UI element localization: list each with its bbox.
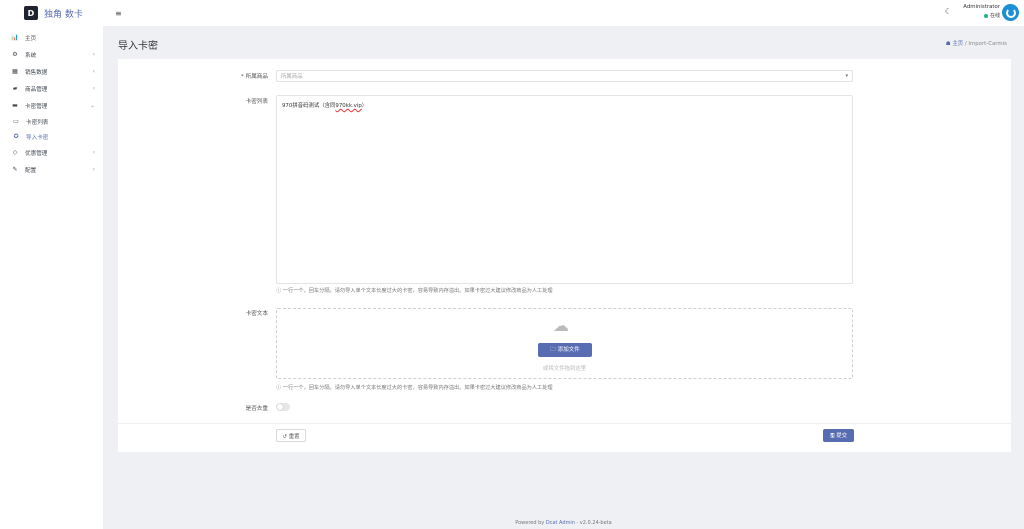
power-icon bbox=[1005, 7, 1016, 18]
sidebar-item-config[interactable]: ✎ 配置 ‹ bbox=[0, 161, 103, 178]
cloud-upload-icon: ☁ bbox=[553, 316, 569, 335]
sidebar-item-carmis-list[interactable]: ▭ 卡密列表 bbox=[0, 114, 103, 129]
sidebar-item-label: 卡密列表 bbox=[26, 119, 49, 126]
user-menu[interactable]: Administrator 在线 bbox=[963, 4, 1000, 19]
carmis-text-end: ） bbox=[361, 103, 368, 109]
brand-title: 独角 数卡 bbox=[44, 9, 83, 20]
chevron-left-icon: ‹ bbox=[92, 85, 95, 92]
dedupe-toggle[interactable] bbox=[276, 403, 290, 411]
breadcrumb-separator: / bbox=[964, 41, 967, 47]
caret-down-icon: ▾ bbox=[845, 73, 848, 79]
sidebar-item-label: 商品管理 bbox=[25, 86, 48, 93]
gear-icon: ⚙ bbox=[12, 51, 18, 58]
carmis-label: 卡密列表 bbox=[245, 99, 268, 105]
submit-button[interactable]: 🖫 提交 bbox=[823, 429, 854, 442]
card-icon: ▬ bbox=[12, 102, 18, 109]
home-icon: ☗ bbox=[945, 41, 951, 47]
sidebar-item-label: 系统 bbox=[25, 52, 37, 59]
goods-label: * 所属商品 bbox=[241, 74, 268, 80]
goods-select[interactable]: 所属商品 ▾ bbox=[276, 70, 853, 82]
brand[interactable]: D 独角 数卡 bbox=[0, 0, 103, 26]
sidebar: D 独角 数卡 📊 主页 ⚙ 系统 ‹ ▦ 销售数据 ‹ ▰ 商品管理 ‹ ▬ 卡密管理 ⌄ ▭ 卡… bbox=[0, 0, 103, 529]
file-label: 卡密文本 bbox=[245, 311, 268, 317]
sidebar-item-carmis[interactable]: ▬ 卡密管理 ⌄ bbox=[0, 97, 103, 114]
topbar: ≡ ☾ Administrator 在线 bbox=[103, 0, 1024, 26]
sidebar-item-label: 配置 bbox=[25, 167, 37, 174]
sidebar-item-label: 优惠管理 bbox=[25, 150, 48, 157]
reset-button[interactable]: ↺ 重置 bbox=[276, 429, 306, 442]
bag-icon: ▰ bbox=[12, 85, 18, 92]
carmis-text-link: 970kk.vip bbox=[335, 103, 362, 109]
goods-select-placeholder: 所属商品 bbox=[281, 74, 303, 80]
carmis-help: ⓘ 一行一个，回车分隔。请勿导入单个文本长度过大的卡密，容易导致内存溢出。如果卡… bbox=[276, 288, 553, 294]
import-form: * 所属商品 所属商品 ▾ 卡密列表 970拼音码测试（含同970kk.vip）… bbox=[118, 59, 1011, 452]
logo-icon: D bbox=[24, 6, 38, 20]
sidebar-menu: 📊 主页 ⚙ 系统 ‹ ▦ 销售数据 ‹ ▰ 商品管理 ‹ ▬ 卡密管理 ⌄ ▭ 卡密列表 ✪ 导入卡… bbox=[0, 26, 103, 178]
breadcrumb-current: Import-Carmis bbox=[968, 41, 1007, 47]
sidebar-item-goods[interactable]: ▰ 商品管理 ‹ bbox=[0, 80, 103, 97]
user-name: Administrator bbox=[963, 4, 1000, 10]
sidebar-item-label: 主页 bbox=[25, 35, 37, 42]
list-icon: ▭ bbox=[13, 118, 19, 125]
table-icon: ▦ bbox=[12, 68, 18, 75]
add-file-button[interactable]: 🗀 添加文件 bbox=[538, 343, 592, 357]
sidebar-item-label: 卡密管理 bbox=[25, 103, 48, 110]
sidebar-item-home[interactable]: 📊 主页 bbox=[0, 29, 103, 46]
sidebar-item-label: 销售数据 bbox=[25, 69, 48, 76]
footer-version: · v2.0.24-beta bbox=[575, 520, 612, 526]
import-icon: ✪ bbox=[13, 133, 19, 140]
page-title: 导入卡密 bbox=[118, 41, 158, 52]
user-status-text: 在线 bbox=[989, 13, 1000, 19]
online-dot-icon bbox=[983, 13, 988, 18]
user-status: 在线 bbox=[963, 12, 1000, 19]
avatar[interactable] bbox=[1002, 4, 1019, 21]
sidebar-item-sales[interactable]: ▦ 销售数据 ‹ bbox=[0, 63, 103, 80]
wrench-icon: ✎ bbox=[12, 166, 18, 173]
toggle-knob bbox=[277, 404, 283, 410]
sidebar-item-system[interactable]: ⚙ 系统 ‹ bbox=[0, 46, 103, 63]
carmis-text: 970拼音码测试（含同 bbox=[282, 103, 336, 109]
sidebar-item-coupons[interactable]: ◇ 优惠管理 ‹ bbox=[0, 144, 103, 161]
chevron-left-icon: ‹ bbox=[92, 68, 95, 75]
drop-hint: 或将文件拖到这里 bbox=[542, 366, 587, 372]
breadcrumb-home[interactable]: 主页 bbox=[952, 41, 963, 47]
chevron-down-icon: ⌄ bbox=[89, 102, 95, 109]
dark-mode-icon[interactable]: ☾ bbox=[945, 7, 952, 16]
diamond-icon: ◇ bbox=[12, 149, 18, 156]
footer-link[interactable]: Dcat Admin bbox=[546, 520, 575, 526]
chevron-left-icon: ‹ bbox=[92, 166, 95, 173]
breadcrumb: ☗ 主页 / Import-Carmis bbox=[946, 39, 1007, 47]
footer-prefix: Powered by bbox=[515, 520, 546, 526]
file-help: ⓘ 一行一个，回车分隔。请勿导入单个文本长度过大的卡密，容易导致内存溢出。如果卡… bbox=[276, 385, 553, 391]
chevron-left-icon: ‹ bbox=[92, 149, 95, 156]
menu-toggle-icon[interactable]: ≡ bbox=[115, 9, 122, 18]
carmis-textarea[interactable]: 970拼音码测试（含同970kk.vip） bbox=[276, 95, 853, 284]
chart-icon: 📊 bbox=[11, 34, 19, 41]
chevron-left-icon: ‹ bbox=[92, 51, 95, 58]
sidebar-item-import-carmis[interactable]: ✪ 导入卡密 bbox=[0, 129, 103, 144]
footer: Powered by Dcat Admin · v2.0.24-beta bbox=[103, 520, 1024, 526]
divider bbox=[118, 423, 1011, 424]
dedupe-label: 是否去重 bbox=[245, 406, 268, 412]
file-dropzone[interactable]: ☁ 🗀 添加文件 或将文件拖到这里 bbox=[276, 308, 853, 379]
sidebar-item-label: 导入卡密 bbox=[26, 134, 49, 141]
